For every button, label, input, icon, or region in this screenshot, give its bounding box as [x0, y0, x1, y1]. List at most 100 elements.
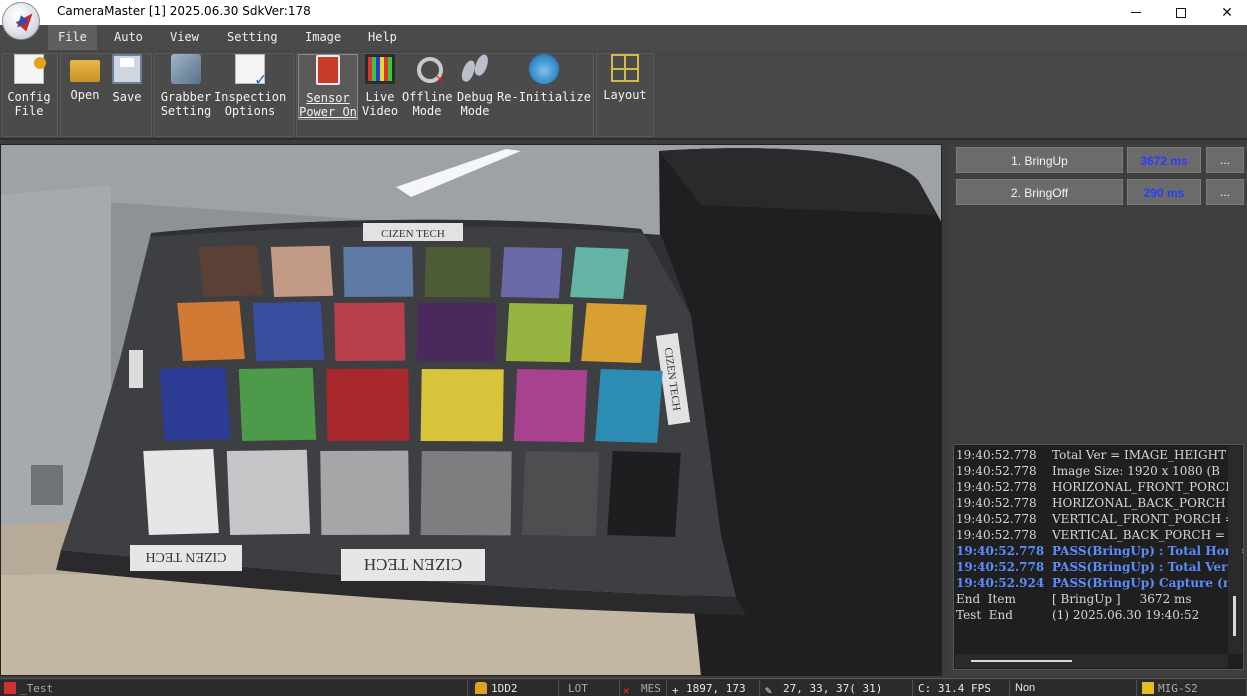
log-line: 19:40:52.778 Total Ver = IMAGE_HEIGHT	[956, 447, 1226, 463]
color-patch	[595, 369, 663, 443]
menu-image[interactable]: Image	[295, 25, 351, 50]
log-panel[interactable]: 19:40:52.778 Total Ver = IMAGE_HEIGHT 19:4…	[953, 444, 1244, 670]
status-pixel-text: 27, 33, 37( 31)	[783, 682, 883, 695]
maximize-button[interactable]	[1158, 0, 1204, 25]
status-board-text: MIG-S2	[1158, 682, 1198, 695]
layout-grid-icon	[611, 54, 639, 82]
step-bringup-button[interactable]: 1. BringUp	[956, 147, 1123, 173]
status-fps: C: 31.4 FPS	[914, 680, 1010, 696]
live-video-button[interactable]: Live Video	[362, 54, 398, 118]
color-patch	[159, 367, 231, 441]
log-line: 19:40:52.778 VERTICAL_FRONT_PORCH =	[956, 511, 1235, 527]
crosshair-icon: +	[672, 684, 679, 696]
log-message: Total Ver = IMAGE_HEIGHT	[1052, 448, 1227, 462]
test-icon	[4, 682, 16, 694]
color-patch	[420, 451, 512, 536]
log-horizontal-scroll-thumb[interactable]	[971, 660, 1072, 662]
camera-image-view[interactable]: CIZEN TECH CIZEN TECH CIZEN TECH CIZEN T…	[0, 144, 942, 676]
offline-mode-button[interactable]: Offline Mode	[402, 54, 453, 118]
step-bringoff-more-button[interactable]: ...	[1206, 179, 1244, 205]
status-pixel-value: ✎ 27, 33, 37( 31)	[761, 680, 913, 696]
log-timestamp: 19:40:52.778	[956, 448, 1037, 462]
color-patch	[270, 245, 334, 297]
status-bar: _Test 1DD2 LOT ✕ MES +1897, 173 ✎ 27, 33, …	[0, 678, 1247, 696]
compass-logo-icon[interactable]	[2, 2, 40, 40]
sensor-power-icon	[316, 55, 340, 85]
status-lot: LOT	[560, 680, 620, 696]
grabber-setting-button[interactable]: Grabber Setting	[158, 54, 214, 118]
step-bringoff-button[interactable]: 2. BringOff	[956, 179, 1123, 205]
save-button[interactable]: Save	[109, 54, 145, 104]
log-message: VERTICAL_FRONT_PORCH =	[1052, 512, 1235, 526]
log-timestamp: 19:40:52.778	[956, 480, 1037, 494]
log-line: Test End (1) 2025.06.30 19:40:52	[956, 607, 1199, 623]
menu-file[interactable]: File	[48, 25, 97, 50]
mes-disabled-icon: ✕	[623, 684, 630, 696]
sensor-power-on-button[interactable]: Sensor Power On	[298, 54, 358, 120]
log-message: HORIZONAL_FRONT_PORCH	[1052, 480, 1236, 494]
config-file-icon	[14, 54, 46, 84]
menu-setting[interactable]: Setting	[217, 25, 288, 50]
footprints-debug-icon	[460, 54, 490, 84]
window-title: CameraMaster [1] 2025.06.30 SdkVer:178	[57, 4, 311, 18]
log-line: 19:40:52.778 HORIZONAL_BACK_PORCH =	[956, 495, 1239, 511]
status-lock-text: 1DD2	[491, 682, 518, 695]
maximize-icon	[1176, 7, 1186, 18]
live-video-icon	[365, 54, 395, 84]
inspection-checklist-icon	[235, 54, 266, 87]
open-button[interactable]: Open	[66, 54, 104, 102]
menu-view[interactable]: View	[160, 25, 209, 50]
status-test-text: _Test	[20, 682, 54, 695]
chart-label-bottom-left: CIZEN TECH	[145, 549, 226, 564]
close-button[interactable]: ✕	[1204, 0, 1247, 25]
folder-open-icon	[70, 60, 100, 82]
log-vertical-scroll-thumb[interactable]	[1233, 596, 1236, 636]
title-bar: CameraMaster [1] 2025.06.30 SdkVer:178 ✕	[0, 0, 1247, 25]
close-icon: ✕	[1221, 4, 1233, 20]
log-line: 19:40:52.778 PASS(BringUp) : Total Hor =	[956, 543, 1244, 559]
save-label: Save	[112, 90, 142, 104]
status-non: Non	[1011, 680, 1137, 696]
menu-help[interactable]: Help	[358, 25, 407, 50]
camera-frame: CIZEN TECH CIZEN TECH CIZEN TECH CIZEN T…	[1, 145, 941, 675]
open-label: Open	[70, 88, 100, 102]
color-patch	[570, 247, 629, 299]
floppy-save-icon	[112, 54, 142, 84]
log-message: Image Size: 1920 x 1080 (B	[1052, 464, 1220, 478]
menu-auto[interactable]: Auto	[104, 25, 153, 50]
log-timestamp: 19:40:52.778	[956, 528, 1037, 542]
re-initialize-button[interactable]: Re-Initialize	[497, 54, 591, 104]
log-timestamp: 19:40:52.778	[956, 496, 1037, 510]
log-message: [ BringUp ] 3672 ms	[1052, 592, 1192, 606]
config-file-button[interactable]: Config File	[6, 54, 52, 118]
status-mes: ✕ MES	[621, 680, 667, 696]
log-vertical-scrollbar[interactable]	[1228, 446, 1242, 654]
inspection-options-button[interactable]: Inspection Options	[214, 54, 286, 118]
board-icon	[1142, 682, 1154, 694]
live-video-label: Live Video	[362, 90, 399, 118]
color-patch	[505, 303, 574, 363]
log-message: HORIZONAL_BACK_PORCH =	[1052, 496, 1240, 510]
log-timestamp: 19:40:52.778	[956, 464, 1037, 478]
refresh-globe-icon	[529, 54, 559, 84]
menu-bar: File Auto View Setting Image Help	[0, 25, 1247, 50]
step-bringup-more-button[interactable]: ...	[1206, 147, 1244, 173]
log-horizontal-scrollbar[interactable]	[955, 654, 1228, 668]
log-message: PASS(BringUp) Capture (nR	[1052, 576, 1242, 590]
log-line: 19:40:52.778 VERTICAL_BACK_PORCH = (	[956, 527, 1233, 543]
log-timestamp: End Item	[956, 592, 1016, 606]
debug-mode-button[interactable]: Debug Mode	[455, 54, 495, 118]
log-timestamp: 19:40:52.778	[956, 544, 1045, 558]
color-patch	[513, 369, 588, 443]
offline-mode-icon	[412, 54, 444, 86]
log-line: 19:40:52.778 PASS(BringUp) : Total Ver =	[956, 559, 1242, 575]
status-board: MIG-S2	[1138, 680, 1247, 696]
minimize-icon	[1131, 12, 1141, 13]
step-bringup-time: 3672 ms	[1127, 147, 1201, 173]
log-message: PASS(BringUp) : Total Hor =	[1052, 544, 1244, 558]
chart-label-top: CIZEN TECH	[381, 228, 445, 240]
debug-mode-label: Debug Mode	[456, 90, 494, 118]
status-test: _Test	[0, 680, 468, 696]
layout-button[interactable]: Layout	[602, 54, 648, 102]
minimize-button[interactable]	[1113, 0, 1159, 25]
